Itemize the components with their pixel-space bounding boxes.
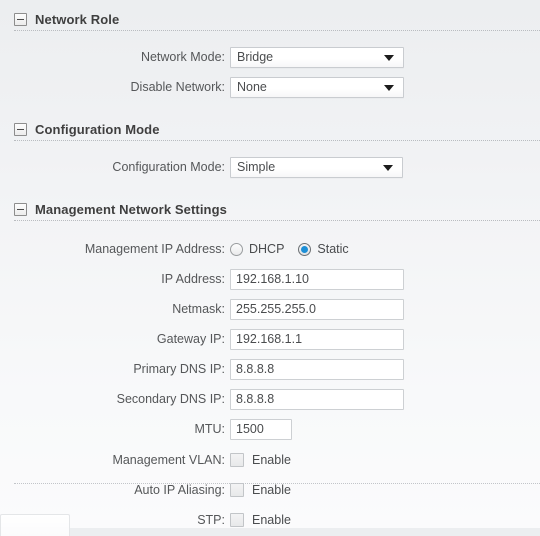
radio-dhcp[interactable] [230,242,243,256]
row-network-mode: Network Mode: Bridge [0,44,540,70]
row-secondary-dns-ip: Secondary DNS IP: 8.8.8.8 [0,386,540,412]
input-primary-dns-ip[interactable]: 8.8.8.8 [230,358,404,380]
row-netmask: Netmask: 255.255.255.0 [0,296,540,322]
input-secondary-dns-ip-value: 8.8.8.8 [236,392,275,406]
input-netmask[interactable]: 255.255.255.0 [230,298,404,320]
label-gateway-ip: Gateway IP: [156,332,225,346]
select-configuration-mode[interactable]: Simple [230,156,403,178]
label-primary-dns-ip: Primary DNS IP: [133,362,225,376]
collapse-minus-icon[interactable] [14,122,27,136]
label-secondary-dns-ip: Secondary DNS IP: [116,392,225,406]
radio-static-label: Static [317,242,349,256]
input-netmask-value: 255.255.255.0 [236,302,316,316]
input-ip-address[interactable]: 192.168.1.10 [230,268,404,290]
section-header-network-role[interactable]: Network Role [0,8,540,30]
section-header-configuration-mode[interactable]: Configuration Mode [0,118,540,140]
label-auto-ip-aliasing: Auto IP Aliasing: [134,483,225,497]
input-primary-dns-ip-value: 8.8.8.8 [236,362,275,376]
row-gateway-ip: Gateway IP: 192.168.1.1 [0,326,540,352]
chevron-down-icon [384,85,394,91]
input-mtu-value: 1500 [236,422,264,436]
select-disable-network[interactable]: None [230,76,404,98]
label-netmask: Netmask: [172,302,225,316]
chevron-down-icon [384,55,394,61]
chevron-down-icon [383,165,393,171]
input-gateway-ip[interactable]: 192.168.1.1 [230,328,404,350]
checkbox-stp[interactable] [230,513,244,527]
row-mtu: MTU: 1500 [0,416,540,442]
input-ip-address-value: 192.168.1.10 [236,272,309,286]
footer-action-button[interactable] [0,514,70,536]
input-secondary-dns-ip[interactable]: 8.8.8.8 [230,388,404,410]
label-configuration-mode: Configuration Mode: [112,160,225,174]
checkbox-stp-label: Enable [252,513,291,527]
input-mtu[interactable]: 1500 [230,418,292,440]
row-management-vlan: Management VLAN: Enable [0,447,540,473]
row-management-ip-address: Management IP Address: DHCP Static [0,236,540,262]
radio-static[interactable] [298,242,312,256]
row-disable-network: Disable Network: None [0,74,540,100]
label-management-vlan: Management VLAN: [112,453,225,467]
row-configuration-mode: Configuration Mode: Simple [0,154,540,180]
radio-group-management-ip-address: DHCP Static [230,242,363,256]
select-disable-network-value: None [237,80,267,94]
checkbox-auto-ip-aliasing[interactable] [230,483,244,497]
select-configuration-mode-value: Simple [237,160,276,174]
radio-dhcp-label: DHCP [249,242,285,256]
checkbox-management-vlan-label: Enable [252,453,291,467]
label-disable-network: Disable Network: [130,80,225,94]
collapse-minus-icon[interactable] [14,202,27,216]
section-title-network-role: Network Role [35,11,120,27]
label-network-mode: Network Mode: [140,50,225,64]
label-mtu: MTU: [194,422,225,436]
row-primary-dns-ip: Primary DNS IP: 8.8.8.8 [0,356,540,382]
section-header-management-network-settings[interactable]: Management Network Settings [0,198,540,220]
row-stp: STP: Enable [0,507,540,533]
label-management-ip-address: Management IP Address: [84,242,225,256]
label-ip-address: IP Address: [161,272,225,286]
collapse-minus-icon[interactable] [14,12,27,26]
network-settings-page: Network Role Network Mode: Bridge Disabl… [0,0,540,536]
checkbox-auto-ip-aliasing-label: Enable [252,483,291,497]
row-auto-ip-aliasing: Auto IP Aliasing: Enable [0,477,540,503]
select-network-mode-value: Bridge [237,50,274,64]
row-ip-address: IP Address: 192.168.1.10 [0,266,540,292]
checkbox-management-vlan[interactable] [230,453,244,467]
footer-divider [14,483,540,484]
select-network-mode[interactable]: Bridge [230,46,404,68]
section-title-management-network-settings: Management Network Settings [35,201,227,217]
section-title-configuration-mode: Configuration Mode [35,121,160,137]
input-gateway-ip-value: 192.168.1.1 [236,332,303,346]
